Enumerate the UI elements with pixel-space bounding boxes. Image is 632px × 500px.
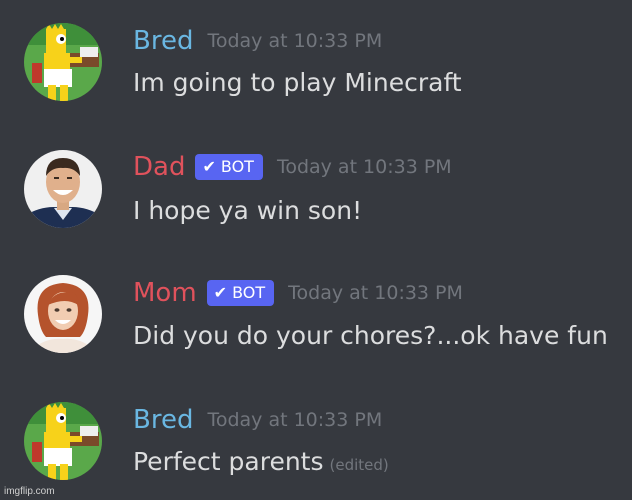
message-header: Bred Today at 10:33 PM [133,405,382,439]
author-name[interactable]: Bred [133,405,193,435]
bart-simpson-avatar[interactable] [24,402,102,480]
message-text: Did you do your chores?...ok have fun [133,321,608,350]
timestamp: Today at 10:33 PM [288,282,463,304]
imgflip-watermark: imgflip.com [4,486,55,497]
timestamp: Today at 10:33 PM [207,409,383,431]
checkmark-icon: ✔ [202,157,216,176]
smiling-woman-avatar[interactable] [24,275,102,353]
message-text-content: Perfect parents [133,447,324,476]
bot-badge: ✔ BOT [206,280,275,306]
bot-badge-label: BOT [232,283,266,302]
checkmark-icon: ✔ [213,283,228,302]
message-header: Mom ✔ BOT Today at 10:33 PM [133,278,463,312]
message-header: Dad ✔ BOT Today at 10:33 PM [133,152,452,186]
bot-badge: ✔ BOT [195,154,263,180]
smiling-man-avatar[interactable] [24,150,102,228]
author-name[interactable]: Dad [133,152,185,182]
bot-badge-label: BOT [220,157,254,176]
edited-indicator: (edited) [329,456,389,474]
message-text: I hope ya win son! [133,196,363,225]
message-text: Perfect parents (edited) [133,447,389,476]
author-name[interactable]: Mom [133,278,197,308]
timestamp: Today at 10:33 PM [276,156,452,178]
message-item: Bred Today at 10:33 PM Perfect parents (ed… [0,0,632,480]
